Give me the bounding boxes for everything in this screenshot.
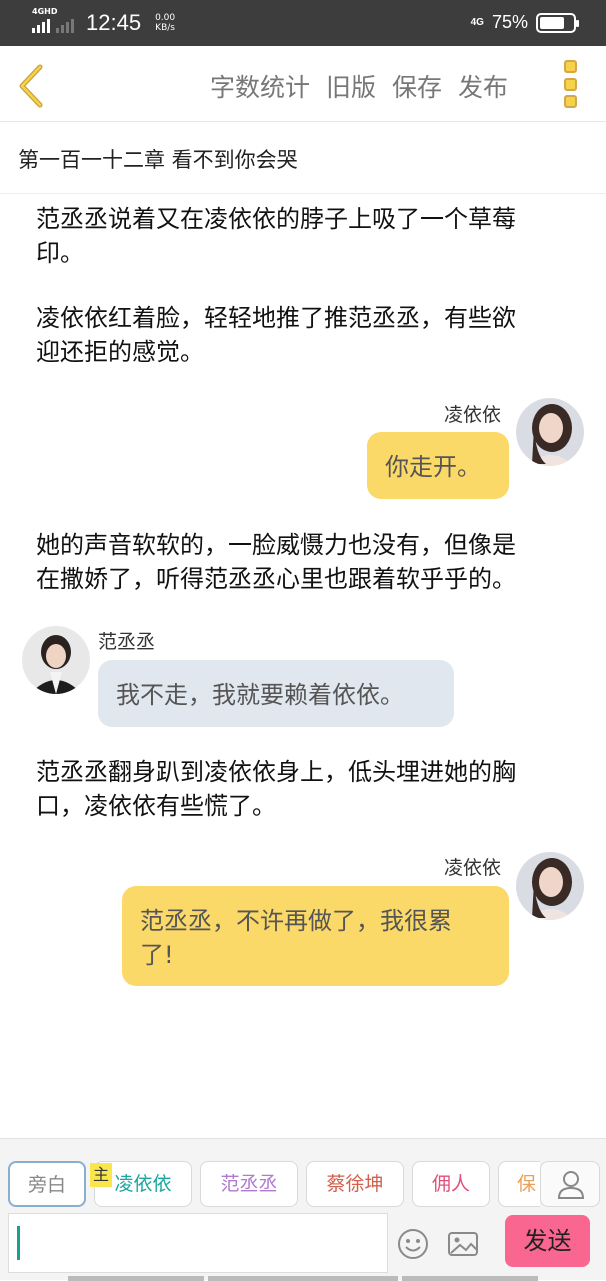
- avatar[interactable]: [516, 398, 584, 466]
- speaker-name: 范丞丞: [98, 631, 156, 653]
- menu-dot-icon: [564, 95, 577, 108]
- add-character-button[interactable]: [540, 1161, 600, 1207]
- message-bubble[interactable]: 我不走，我就要赖着依依。: [98, 660, 454, 727]
- send-button[interactable]: 发送: [505, 1215, 590, 1267]
- speed-value: 0.00: [155, 13, 176, 23]
- scroll-indicator: [68, 1276, 204, 1281]
- old-version-button[interactable]: 旧版: [326, 68, 376, 104]
- battery-percent: 75%: [491, 12, 528, 32]
- status-bar: 4GHD 12:45 0.00 KB/s 4G 75%: [0, 0, 606, 46]
- character-chip[interactable]: 保: [498, 1161, 540, 1207]
- narration-line: 她的声音软软的，一脸威慑力也没有，但像是: [36, 531, 516, 559]
- menu-dot-icon: [564, 60, 577, 73]
- speed-unit: KB/s: [155, 23, 175, 33]
- chevron-left-icon: [19, 64, 43, 108]
- narration-block[interactable]: 她的声音软软的，一脸威慑力也没有，但像是 在撒娇了，听得范丞丞心里也跟着软乎乎的…: [36, 528, 516, 596]
- speaker-name: 凌依依: [444, 404, 502, 426]
- character-chip-narrator[interactable]: 旁白: [8, 1161, 86, 1207]
- female-avatar-icon: [516, 852, 584, 920]
- smiley-icon: [398, 1229, 428, 1259]
- signal-secondary-icon: [56, 13, 74, 33]
- network-type: 4GHD: [32, 7, 58, 16]
- male-avatar-icon: [22, 626, 90, 694]
- narration-line: 凌依依红着脸，轻轻地推了推范丞丞，有些欲: [36, 304, 516, 332]
- save-button[interactable]: 保存: [392, 68, 442, 104]
- emoji-button[interactable]: [396, 1227, 430, 1261]
- editor-toolbar: 字数统计 旧版 保存 发布: [0, 46, 606, 122]
- menu-dot-icon: [564, 77, 577, 91]
- message-text: 我不走，我就要赖着依依。: [116, 681, 404, 709]
- composer-panel: 旁白 凌依依 范丞丞 蔡徐坤 佣人 保 主 发送: [0, 1138, 606, 1281]
- message-input[interactable]: [8, 1213, 388, 1273]
- person-icon: [557, 1171, 585, 1199]
- message-text: 你走开。: [385, 453, 481, 481]
- narration-line: 口，凌依依有些慌了。: [36, 792, 276, 820]
- character-chip[interactable]: 范丞丞: [200, 1161, 298, 1207]
- battery-icon: [536, 12, 579, 33]
- narration-line: 范丞丞说着又在凌依依的脖子上吸了一个草莓: [36, 205, 516, 233]
- narration-line: 印。: [36, 239, 84, 267]
- word-count-button[interactable]: 字数统计: [210, 68, 310, 104]
- text-caret: [17, 1226, 20, 1260]
- character-chip[interactable]: 蔡徐坤: [306, 1161, 404, 1207]
- message-text: 了!: [140, 941, 174, 969]
- scroll-indicator: [208, 1276, 398, 1281]
- narration-block[interactable]: 范丞丞翻身趴到凌依依身上，低头埋进她的胸 口，凌依依有些慌了。: [36, 755, 516, 823]
- speaker-name: 凌依依: [444, 857, 502, 879]
- narration-line: 迎还拒的感觉。: [36, 338, 204, 366]
- signal-icon: 4GHD: [32, 7, 57, 33]
- more-menu-button[interactable]: [564, 60, 580, 108]
- female-avatar-icon: [516, 398, 584, 466]
- host-badge: 主: [90, 1163, 112, 1187]
- narration-block[interactable]: 范丞丞说着又在凌依依的脖子上吸了一个草莓 印。: [36, 202, 516, 270]
- narration-block[interactable]: 凌依依红着脸，轻轻地推了推范丞丞，有些欲 迎还拒的感觉。: [36, 301, 516, 369]
- message-bubble[interactable]: 范丞丞，不许再做了，我很累 了!: [122, 886, 509, 986]
- narration-line: 在撒娇了，听得范丞丞心里也跟着软乎乎的。: [36, 565, 516, 593]
- scroll-indicator: [402, 1276, 538, 1281]
- publish-button[interactable]: 发布: [458, 68, 508, 104]
- back-button[interactable]: [16, 64, 46, 108]
- image-button[interactable]: [446, 1227, 480, 1261]
- character-selector: 旁白 凌依依 范丞丞 蔡徐坤 佣人 保: [0, 1161, 540, 1209]
- character-chip[interactable]: 佣人: [412, 1161, 490, 1207]
- message-text: 范丞丞，不许再做了，我很累: [140, 907, 452, 935]
- chapter-title-bar[interactable]: 第一百一十二章 看不到你会哭: [0, 122, 606, 194]
- image-icon: [448, 1232, 478, 1256]
- network-4g: 4G: [470, 17, 484, 28]
- avatar[interactable]: [516, 852, 584, 920]
- avatar[interactable]: [22, 626, 90, 694]
- narration-line: 范丞丞翻身趴到凌依依身上，低头埋进她的胸: [36, 758, 516, 786]
- chapter-title: 第一百一十二章 看不到你会哭: [18, 148, 298, 172]
- network-speed: 0.00 KB/s: [155, 13, 175, 33]
- message-bubble[interactable]: 你走开。: [367, 432, 509, 499]
- clock: 12:45: [86, 10, 142, 35]
